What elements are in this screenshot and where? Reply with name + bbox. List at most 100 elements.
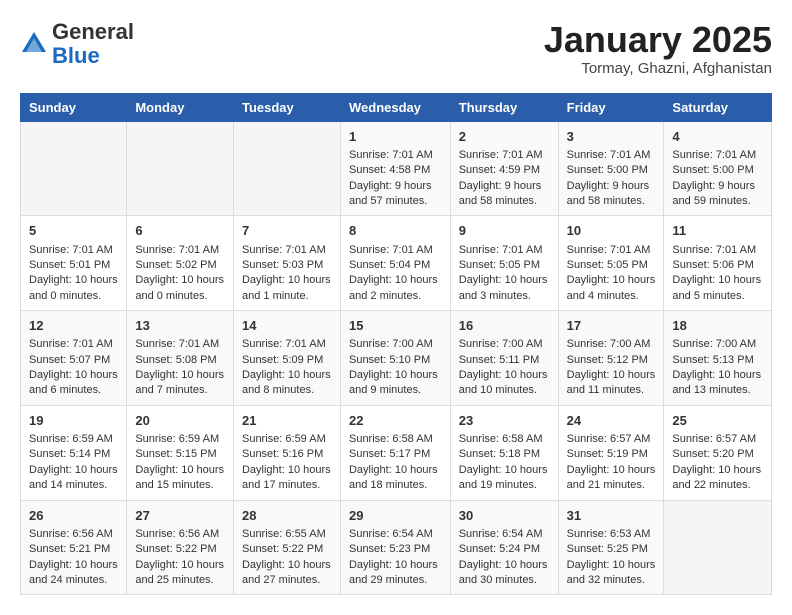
cell-info: Sunset: 5:05 PM <box>459 258 550 273</box>
cell-info: Sunset: 4:58 PM <box>349 163 442 178</box>
cell-info: Sunset: 5:12 PM <box>567 353 656 368</box>
cell-info: Daylight: 10 hours and 14 minutes. <box>29 463 118 494</box>
day-number: 17 <box>567 317 656 335</box>
cell-info: Sunset: 5:23 PM <box>349 542 442 557</box>
cell-info: Daylight: 10 hours and 2 minutes. <box>349 273 442 304</box>
cell-info: Daylight: 10 hours and 7 minutes. <box>135 368 225 399</box>
weekday-header-tuesday: Tuesday <box>233 93 340 121</box>
week-row-5: 26Sunrise: 6:56 AMSunset: 5:21 PMDayligh… <box>21 500 772 595</box>
day-number: 30 <box>459 507 550 525</box>
day-number: 2 <box>459 128 550 146</box>
weekday-header-saturday: Saturday <box>664 93 772 121</box>
calendar-cell: 7Sunrise: 7:01 AMSunset: 5:03 PMDaylight… <box>233 216 340 311</box>
day-number: 6 <box>135 222 225 240</box>
cell-info: Sunrise: 6:55 AM <box>242 527 332 542</box>
calendar-cell: 4Sunrise: 7:01 AMSunset: 5:00 PMDaylight… <box>664 121 772 216</box>
cell-info: Sunrise: 6:54 AM <box>349 527 442 542</box>
day-number: 18 <box>672 317 763 335</box>
cell-info: Sunrise: 6:56 AM <box>29 527 118 542</box>
cell-info: Sunrise: 7:00 AM <box>672 337 763 352</box>
cell-info: Sunrise: 6:58 AM <box>459 432 550 447</box>
calendar-cell: 23Sunrise: 6:58 AMSunset: 5:18 PMDayligh… <box>450 405 558 500</box>
cell-info: Sunrise: 6:57 AM <box>567 432 656 447</box>
week-row-2: 5Sunrise: 7:01 AMSunset: 5:01 PMDaylight… <box>21 216 772 311</box>
logo: General Blue <box>20 20 134 68</box>
cell-info: Sunrise: 6:56 AM <box>135 527 225 542</box>
calendar-cell: 6Sunrise: 7:01 AMSunset: 5:02 PMDaylight… <box>127 216 234 311</box>
cell-info: Sunrise: 7:01 AM <box>349 243 442 258</box>
calendar-cell: 25Sunrise: 6:57 AMSunset: 5:20 PMDayligh… <box>664 405 772 500</box>
cell-info: Daylight: 10 hours and 17 minutes. <box>242 463 332 494</box>
calendar-cell: 3Sunrise: 7:01 AMSunset: 5:00 PMDaylight… <box>558 121 664 216</box>
cell-info: Sunset: 5:19 PM <box>567 447 656 462</box>
cell-info: Sunrise: 7:01 AM <box>459 243 550 258</box>
calendar-cell: 24Sunrise: 6:57 AMSunset: 5:19 PMDayligh… <box>558 405 664 500</box>
cell-info: Daylight: 10 hours and 10 minutes. <box>459 368 550 399</box>
cell-info: Sunrise: 7:01 AM <box>567 243 656 258</box>
day-number: 13 <box>135 317 225 335</box>
cell-info: Sunrise: 7:01 AM <box>672 148 763 163</box>
cell-info: Sunset: 5:04 PM <box>349 258 442 273</box>
cell-info: Daylight: 10 hours and 27 minutes. <box>242 558 332 589</box>
cell-info: Daylight: 10 hours and 5 minutes. <box>672 273 763 304</box>
calendar-cell: 22Sunrise: 6:58 AMSunset: 5:17 PMDayligh… <box>340 405 450 500</box>
cell-info: Sunrise: 7:00 AM <box>459 337 550 352</box>
day-number: 7 <box>242 222 332 240</box>
calendar-cell: 18Sunrise: 7:00 AMSunset: 5:13 PMDayligh… <box>664 311 772 406</box>
calendar-cell <box>21 121 127 216</box>
calendar-cell: 29Sunrise: 6:54 AMSunset: 5:23 PMDayligh… <box>340 500 450 595</box>
day-number: 31 <box>567 507 656 525</box>
cell-info: Sunset: 5:02 PM <box>135 258 225 273</box>
calendar-cell: 10Sunrise: 7:01 AMSunset: 5:05 PMDayligh… <box>558 216 664 311</box>
cell-info: Sunrise: 6:59 AM <box>135 432 225 447</box>
day-number: 28 <box>242 507 332 525</box>
cell-info: Sunset: 5:09 PM <box>242 353 332 368</box>
calendar-cell: 20Sunrise: 6:59 AMSunset: 5:15 PMDayligh… <box>127 405 234 500</box>
day-number: 16 <box>459 317 550 335</box>
calendar-cell <box>233 121 340 216</box>
day-number: 19 <box>29 412 118 430</box>
calendar-cell: 28 Sunrise: 6:55 AMSunset: 5:22 PMDayligh… <box>233 500 340 595</box>
cell-info: Sunrise: 7:01 AM <box>672 243 763 258</box>
cell-info: Sunset: 5:10 PM <box>349 353 442 368</box>
day-number: 22 <box>349 412 442 430</box>
calendar-cell: 16 Sunrise: 7:00 AMSunset: 5:11 PMDayligh… <box>450 311 558 406</box>
calendar-cell: 13Sunrise: 7:01 AMSunset: 5:08 PMDayligh… <box>127 311 234 406</box>
logo-blue: Blue <box>52 43 100 68</box>
calendar-cell: 30Sunrise: 6:54 AMSunset: 5:24 PMDayligh… <box>450 500 558 595</box>
cell-info: Sunset: 5:16 PM <box>242 447 332 462</box>
cell-info: Daylight: 10 hours and 1 minute. <box>242 273 332 304</box>
cell-info: Daylight: 9 hours and 58 minutes. <box>459 179 550 210</box>
weekday-header-friday: Friday <box>558 93 664 121</box>
cell-info: Daylight: 10 hours and 21 minutes. <box>567 463 656 494</box>
calendar-cell: 27Sunrise: 6:56 AMSunset: 5:22 PMDayligh… <box>127 500 234 595</box>
week-row-3: 12Sunrise: 7:01 AMSunset: 5:07 PMDayligh… <box>21 311 772 406</box>
cell-info: Sunrise: 6:54 AM <box>459 527 550 542</box>
day-number: 25 <box>672 412 763 430</box>
cell-info: Daylight: 10 hours and 0 minutes. <box>135 273 225 304</box>
cell-info: Sunset: 5:00 PM <box>567 163 656 178</box>
cell-info: Daylight: 10 hours and 3 minutes. <box>459 273 550 304</box>
cell-info: Sunset: 5:01 PM <box>29 258 118 273</box>
cell-info: Sunrise: 7:01 AM <box>349 148 442 163</box>
cell-info: Sunset: 5:20 PM <box>672 447 763 462</box>
day-number: 12 <box>29 317 118 335</box>
cell-info: Sunset: 5:08 PM <box>135 353 225 368</box>
cell-info: Sunset: 5:22 PM <box>242 542 332 557</box>
cell-info: Sunset: 5:03 PM <box>242 258 332 273</box>
day-number: 29 <box>349 507 442 525</box>
cell-info: Daylight: 10 hours and 4 minutes. <box>567 273 656 304</box>
calendar-cell: 21Sunrise: 6:59 AMSunset: 5:16 PMDayligh… <box>233 405 340 500</box>
location: Tormay, Ghazni, Afghanistan <box>544 60 772 77</box>
cell-info: Sunset: 5:11 PM <box>459 353 550 368</box>
weekday-header-thursday: Thursday <box>450 93 558 121</box>
day-number: 4 <box>672 128 763 146</box>
calendar-cell: 9Sunrise: 7:01 AMSunset: 5:05 PMDaylight… <box>450 216 558 311</box>
calendar-table: SundayMondayTuesdayWednesdayThursdayFrid… <box>20 93 772 596</box>
cell-info: Sunrise: 7:01 AM <box>459 148 550 163</box>
day-number: 8 <box>349 222 442 240</box>
cell-info: Sunset: 5:25 PM <box>567 542 656 557</box>
cell-info: Daylight: 10 hours and 22 minutes. <box>672 463 763 494</box>
calendar-cell: 15Sunrise: 7:00 AMSunset: 5:10 PMDayligh… <box>340 311 450 406</box>
calendar-cell: 2Sunrise: 7:01 AMSunset: 4:59 PMDaylight… <box>450 121 558 216</box>
